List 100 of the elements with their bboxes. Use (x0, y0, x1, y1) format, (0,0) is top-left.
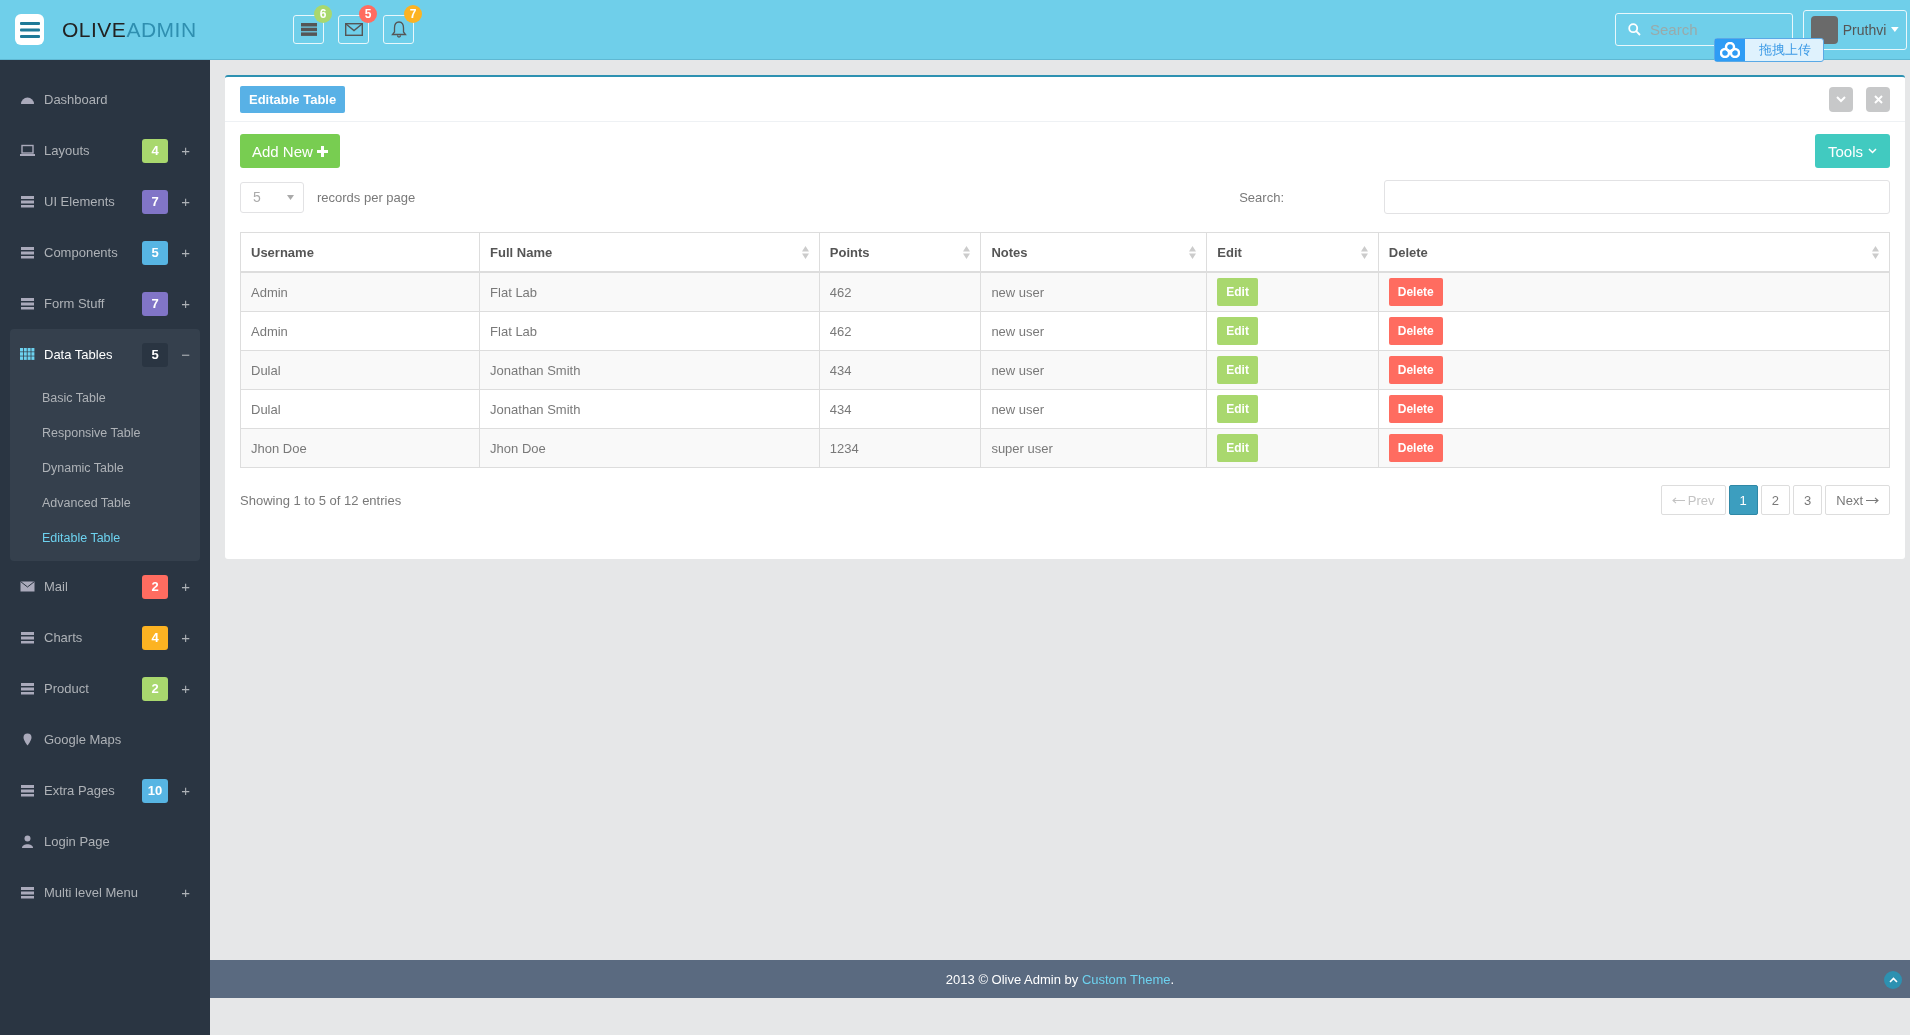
table-cell: 462 (819, 311, 981, 351)
grid-icon (20, 348, 35, 361)
table-cell: Flat Lab (479, 311, 820, 351)
table-cell: 1234 (819, 428, 981, 468)
cloud-icon (1720, 41, 1740, 58)
count-badge: 10 (142, 778, 168, 803)
expand-toggle[interactable]: − (168, 346, 190, 363)
table-search-field[interactable] (1384, 180, 1890, 214)
sidebar-item[interactable]: Charts 4 + (0, 612, 210, 663)
expand-toggle[interactable]: + (168, 142, 190, 159)
table-cell: Jonathan Smith (479, 389, 820, 429)
table-cell: Jhon Doe (479, 428, 820, 468)
records-per-page-label: records per page (317, 189, 416, 205)
sidebar-item[interactable]: Multi level Menu + (0, 867, 210, 918)
count-badge: 7 (404, 5, 422, 23)
table-cell: new user (980, 350, 1207, 390)
table-cell: new user (980, 311, 1207, 351)
page-button[interactable]: 2 (1760, 485, 1791, 515)
plus-icon (316, 145, 328, 157)
table-cell: Jhon Doe (240, 428, 480, 468)
count-badge: 5 (142, 240, 168, 265)
brand-logo: OLIVEADMIN (62, 17, 197, 42)
envelope-icon (20, 580, 35, 593)
sidebar-item[interactable]: Extra Pages 10 + (0, 765, 210, 816)
expand-toggle[interactable]: + (168, 244, 190, 261)
table-cell: Admin (240, 272, 480, 312)
page-button[interactable]: 1 (1728, 485, 1758, 515)
table-cell: Dulal (240, 350, 480, 390)
submenu-item[interactable]: Editable Table (10, 520, 200, 555)
search-label: Search: (1239, 189, 1284, 205)
sort-icon (1360, 245, 1368, 259)
expand-toggle[interactable]: + (168, 782, 190, 799)
left-arrow-icon (1671, 496, 1685, 504)
right-arrow-icon (1866, 496, 1879, 504)
count-badge: 6 (314, 5, 332, 23)
expand-toggle[interactable]: + (168, 680, 190, 697)
sidebar-item[interactable]: UI Elements 7 + (0, 176, 210, 227)
footer-text: 2013 © Olive Admin by Custom Theme. (945, 971, 1175, 987)
sort-icon (801, 245, 809, 259)
caret-icon (287, 194, 294, 200)
sidebar-item[interactable]: Dashboard (0, 74, 210, 125)
table-cell: 462 (819, 272, 981, 312)
sidebar-item[interactable]: Data Tables 5 − (10, 329, 200, 380)
sidebar-item[interactable]: Form Stuff 7 + (0, 278, 210, 329)
menu-button[interactable] (15, 14, 44, 45)
count-badge: 5 (142, 342, 168, 367)
chevron-down-icon (1868, 148, 1877, 154)
sort-icon (963, 245, 971, 259)
submenu-item[interactable]: Basic Table (10, 380, 200, 415)
entries-info: Showing 1 to 5 of 12 entries (240, 492, 402, 508)
server-icon (300, 23, 317, 36)
expand-toggle[interactable]: + (168, 193, 190, 210)
count-badge: 4 (142, 138, 168, 163)
table-cell: Dulal (240, 389, 480, 429)
sidebar-item[interactable]: Google Maps (0, 714, 210, 765)
expand-toggle[interactable]: + (168, 295, 190, 312)
search-icon (1628, 23, 1641, 36)
close-icon (1873, 94, 1883, 104)
caret-icon (1891, 27, 1899, 32)
table-cell: super user (980, 428, 1207, 468)
table-cell: Jonathan Smith (479, 350, 820, 390)
submenu-item[interactable]: Advanced Table (10, 485, 200, 520)
count-badge: 5 (359, 5, 377, 23)
chevron-down-icon (1836, 95, 1846, 103)
table-cell: new user (980, 272, 1207, 312)
sidebar-item[interactable]: Login Page (0, 816, 210, 867)
table-cell: 434 (819, 350, 981, 390)
submenu-item[interactable]: Responsive Table (10, 415, 200, 450)
count-badge: 7 (142, 189, 168, 214)
submenu-item[interactable]: Dynamic Table (10, 450, 200, 485)
next-button[interactable]: Next (1825, 485, 1890, 515)
scroll-top-button[interactable] (1884, 971, 1902, 989)
menu-icon (19, 21, 40, 38)
avatar (1811, 15, 1838, 44)
sidebar-item[interactable]: Mail 2 + (0, 561, 210, 612)
table-cell: Admin (240, 311, 480, 351)
sidebar-item[interactable]: Components 5 + (0, 227, 210, 278)
expand-toggle[interactable]: + (168, 578, 190, 595)
sidebar-item[interactable]: Layouts 4 + (0, 125, 210, 176)
laptop-icon (20, 144, 35, 157)
expand-toggle[interactable]: + (168, 884, 190, 901)
count-badge: 2 (142, 676, 168, 701)
table-cell: 434 (819, 389, 981, 429)
count-badge: 2 (142, 574, 168, 599)
footer-link[interactable]: Custom Theme (1081, 971, 1171, 987)
mail-icon (344, 23, 363, 36)
sidebar-item[interactable]: Product 2 + (0, 663, 210, 714)
chevron-up-icon (1888, 977, 1898, 983)
table-cell: Flat Lab (479, 272, 820, 312)
sort-icon (1189, 245, 1197, 259)
user-icon (20, 835, 35, 848)
sort-icon (1872, 245, 1879, 259)
bell-icon (390, 21, 407, 38)
page-button[interactable]: 3 (1793, 485, 1823, 515)
expand-toggle[interactable]: + (168, 629, 190, 646)
count-badge: 7 (142, 291, 168, 316)
table-cell: new user (980, 389, 1207, 429)
panel-title: Editable Table (240, 85, 346, 113)
list-icon (20, 297, 35, 310)
count-badge: 4 (142, 625, 168, 650)
